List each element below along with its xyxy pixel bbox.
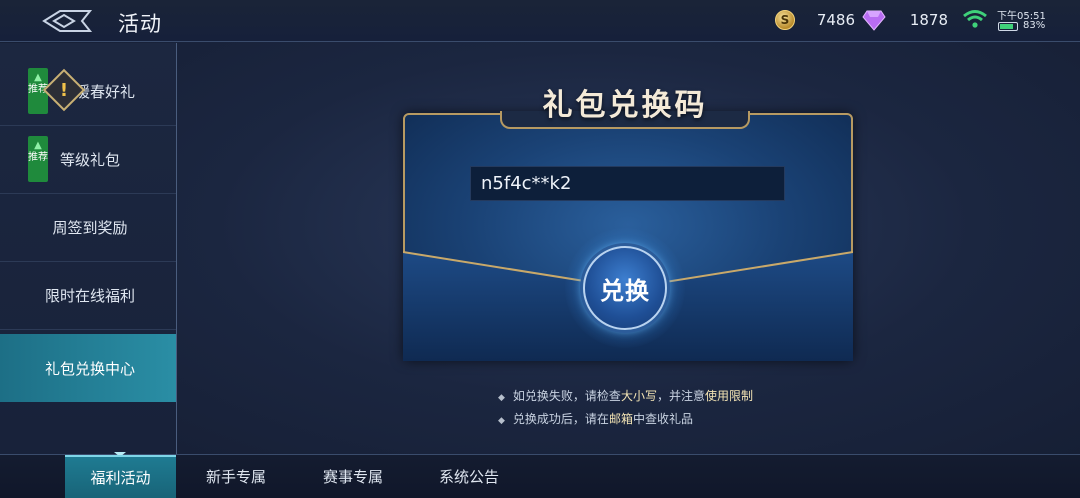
- tab-welfare-activity[interactable]: 福利活动: [65, 455, 176, 498]
- gift-code-input[interactable]: n5f4c**k2: [470, 166, 785, 201]
- bullet-icon: ◆: [498, 393, 505, 403]
- battery-icon: [998, 22, 1018, 31]
- sidebar-item-label: 礼包兑换中心: [44, 359, 135, 378]
- coin-icon: S: [775, 10, 795, 30]
- sidebar-item-online-reward[interactable]: 限时在线福利: [0, 262, 176, 330]
- coin-balance: 7486: [816, 11, 855, 29]
- recommend-badge: ▲ 推荐: [28, 136, 48, 182]
- battery-percent: 83%: [1023, 20, 1046, 31]
- sidebar-item-weekly-signin[interactable]: 周签到奖励: [0, 194, 176, 262]
- sidebar-item-label: 限时在线福利: [44, 287, 135, 305]
- page-title: 活动: [118, 12, 162, 36]
- sidebar-item-redeem-center[interactable]: 礼包兑换中心: [0, 334, 176, 402]
- sidebar-item-label: 周签到奖励: [52, 219, 128, 237]
- thumbs-up-icon: ▲: [34, 72, 42, 83]
- sidebar: ▲ 推荐 ! 暖春好礼 ▲ 推荐 等级礼包 周签到奖励 限时在线福利 礼包兑换中…: [0, 43, 177, 454]
- tip-line: ◆ 兑换成功后，请在邮箱中查收礼品: [498, 412, 693, 426]
- tab-system-notice[interactable]: 系统公告: [419, 455, 519, 498]
- diamond-icon: [862, 10, 886, 31]
- card-title: 礼包兑换码: [542, 88, 708, 123]
- wifi-icon: [963, 10, 987, 28]
- alert-icon: !: [42, 68, 86, 112]
- sidebar-item-level-gift[interactable]: ▲ 推荐 等级礼包: [0, 126, 176, 194]
- thumbs-up-icon: ▲: [34, 140, 42, 151]
- diamond-balance: 1878: [909, 11, 948, 29]
- sidebar-item-label: 等级礼包: [59, 151, 120, 169]
- tab-event-exclusive[interactable]: 赛事专属: [303, 455, 403, 498]
- redeem-button[interactable]: 兑换: [583, 246, 667, 330]
- back-arrow-icon[interactable]: [40, 8, 94, 34]
- tab-newbie-exclusive[interactable]: 新手专属: [186, 455, 286, 498]
- bullet-icon: ◆: [498, 416, 505, 426]
- sidebar-item-spring-gift[interactable]: ▲ 推荐 ! 暖春好礼: [0, 58, 176, 126]
- tip-line: ◆ 如兑换失败，请检查大小写，并注意使用限制: [498, 389, 753, 403]
